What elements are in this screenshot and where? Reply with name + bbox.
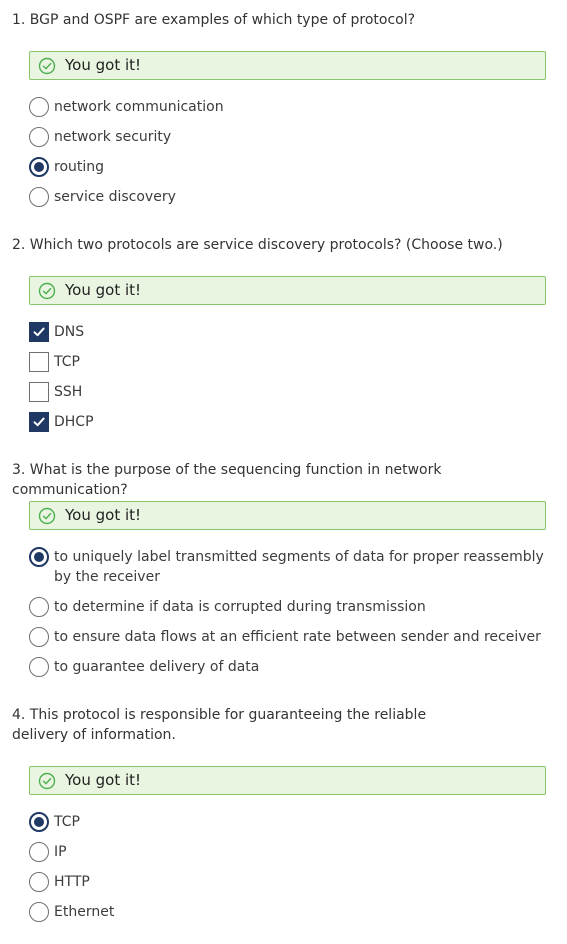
correct-feedback-banner: You got it! <box>29 51 546 80</box>
check-circle-icon <box>38 507 56 525</box>
option-network-communication[interactable]: network communication <box>29 97 539 119</box>
radio-button[interactable] <box>29 842 49 862</box>
quiz-container: 1. BGP and OSPF are examples of which ty… <box>0 0 567 944</box>
check-circle-icon <box>38 57 56 75</box>
option-guarantee-delivery[interactable]: to guarantee delivery of data <box>29 657 539 679</box>
option-dhcp[interactable]: DHCP <box>29 412 539 434</box>
option-dns[interactable]: DNS <box>29 322 539 344</box>
feedback-text: You got it! <box>65 281 142 299</box>
option-label: Ethernet <box>54 904 115 920</box>
option-routing[interactable]: routing <box>29 157 539 179</box>
option-label: IP <box>54 844 67 860</box>
question-text-content: 4. This protocol is responsible for guar… <box>12 707 427 743</box>
option-label: TCP <box>54 354 80 370</box>
option-label: DNS <box>54 324 85 340</box>
option-label: to ensure data flows at an efficient rat… <box>54 629 541 645</box>
correct-feedback-banner: You got it! <box>29 766 546 795</box>
feedback-text: You got it! <box>65 56 142 74</box>
option-label-segments[interactable]: to uniquely label transmitted segments o… <box>29 547 544 585</box>
option-label: network security <box>54 129 172 145</box>
checkmark-icon <box>33 327 45 337</box>
feedback-text: You got it! <box>65 506 142 524</box>
checkbox[interactable] <box>29 352 49 372</box>
option-determine-corrupted[interactable]: to determine if data is corrupted during… <box>29 597 539 619</box>
option-label: TCP <box>54 814 80 830</box>
option-network-security[interactable]: network security <box>29 127 539 149</box>
option-service-discovery[interactable]: service discovery <box>29 187 539 209</box>
radio-button[interactable] <box>29 902 49 922</box>
option-tcp[interactable]: TCP <box>29 352 539 374</box>
option-efficient-rate[interactable]: to ensure data flows at an efficient rat… <box>29 627 541 649</box>
radio-button[interactable] <box>29 872 49 892</box>
option-label: routing <box>54 159 105 175</box>
checkbox[interactable] <box>29 382 49 402</box>
radio-button[interactable] <box>29 657 49 677</box>
option-label: to determine if data is corrupted during… <box>54 599 426 615</box>
correct-feedback-banner: You got it! <box>29 501 546 530</box>
option-label: to uniquely label transmitted segments o… <box>54 549 544 585</box>
radio-button-selected[interactable] <box>29 157 49 177</box>
radio-button[interactable] <box>29 97 49 117</box>
question-text: 1. BGP and OSPF are examples of which ty… <box>12 12 416 28</box>
feedback-text: You got it! <box>65 771 142 789</box>
option-http[interactable]: HTTP <box>29 872 539 894</box>
check-circle-icon <box>38 772 56 790</box>
radio-button[interactable] <box>29 627 49 647</box>
option-label: to guarantee delivery of data <box>54 659 260 675</box>
option-label: service discovery <box>54 189 176 205</box>
question-text: 3. What is the purpose of the sequencing… <box>12 462 442 498</box>
radio-button-selected[interactable] <box>29 547 49 567</box>
radio-button[interactable] <box>29 597 49 617</box>
option-label: HTTP <box>54 874 90 890</box>
option-ethernet[interactable]: Ethernet <box>29 902 539 924</box>
option-ssh[interactable]: SSH <box>29 382 539 404</box>
check-circle-icon <box>38 282 56 300</box>
option-tcp[interactable]: TCP <box>29 812 539 834</box>
correct-feedback-banner: You got it! <box>29 276 546 305</box>
option-label: DHCP <box>54 414 94 430</box>
option-label: network communication <box>54 99 224 115</box>
question-text: 2. Which two protocols are service disco… <box>12 237 503 253</box>
option-label: SSH <box>54 384 83 400</box>
option-ip[interactable]: IP <box>29 842 539 864</box>
radio-button[interactable] <box>29 127 49 147</box>
checkbox-checked[interactable] <box>29 412 49 432</box>
checkbox-checked[interactable] <box>29 322 49 342</box>
question-text: 4. This protocol is responsible for guar… <box>12 705 482 745</box>
radio-button[interactable] <box>29 187 49 207</box>
radio-button-selected[interactable] <box>29 812 49 832</box>
checkmark-icon <box>33 417 45 427</box>
